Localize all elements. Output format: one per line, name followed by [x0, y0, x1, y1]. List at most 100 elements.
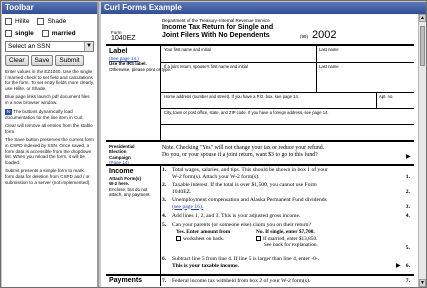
line-number: 4.: [162, 213, 167, 219]
form-number: 1040EZ: [111, 35, 136, 42]
divider: [160, 62, 414, 63]
payments-line-7: 7. Federal income tax withheld from box 2…: [162, 278, 397, 285]
line-text: Taxable interest. If the total is over $…: [172, 182, 317, 188]
income-line-3: 3. Unemployment compensation and Alaska P…: [162, 197, 397, 210]
city-state-zip-field[interactable]: City, town or post office, state, and ZI…: [164, 110, 329, 115]
line-number: 7.: [162, 278, 167, 284]
married-label: married: [51, 29, 76, 37]
income-heading: Income Attach Form(s) W-2 here. Enclose,…: [109, 168, 155, 198]
enclose-note: Enclose, but do not attach, any payment.: [109, 186, 151, 198]
spouse-first-name-field[interactable]: If a joint return, spouse's first name a…: [164, 64, 248, 69]
home-address-field[interactable]: Home address (number and street). If you…: [164, 94, 299, 99]
label-title: Label: [109, 48, 128, 55]
line-text: 1040EZ.: [172, 188, 192, 195]
yes-label: Yes. Enter amount from: [176, 229, 231, 235]
divider: [106, 140, 414, 142]
single-label: single: [15, 29, 34, 37]
help-paragraph: The buttons dynamically load documentati…: [5, 108, 84, 120]
married-checkbox[interactable]: [41, 29, 49, 37]
line-box-4[interactable]: 4.: [406, 213, 410, 219]
save-button[interactable]: Save: [30, 55, 54, 66]
no-checkbox[interactable]: [256, 235, 261, 241]
line-box-2[interactable]: 2.: [406, 189, 410, 195]
income-line-6: 6. Subtract line 5 from line 4. If line 5…: [162, 256, 397, 269]
line-number: 1.: [162, 167, 167, 173]
toolbar-buttons: Clear Save Submit: [5, 55, 97, 66]
divider: [316, 46, 317, 92]
income-line-5: 5. Can your parents (or someone else) cla…: [162, 222, 397, 229]
single-checkbox[interactable]: [5, 29, 12, 37]
help-paragraph: Enter values in the EZ1040. Use the sing…: [5, 69, 94, 91]
line-box-3[interactable]: 3.: [406, 204, 410, 210]
tax-form: Department of the Treasury–Internal Reve…: [106, 18, 414, 286]
vertical-scrollbar[interactable]: ▲ ▼: [418, 14, 426, 287]
last-name-field[interactable]: Last name: [319, 47, 339, 52]
line-box-5[interactable]: 5.: [406, 245, 410, 251]
line5-no-option: No. If single, enter $7,700. If married,…: [256, 229, 356, 249]
ssn-select[interactable]: Select an SSN ▼: [5, 41, 94, 52]
line-text: Total wages, salaries, and tips. This sh…: [172, 167, 328, 173]
omb-code: (99): [300, 34, 309, 39]
tax-year: 2002: [312, 29, 337, 41]
document-title: Curl Forms Example: [101, 2, 426, 14]
scroll-down-icon[interactable]: ▼: [419, 279, 426, 287]
divider: [160, 92, 414, 93]
divider: [160, 46, 161, 140]
line-text: Subtract line 5 from line 4. If line 5 i…: [172, 256, 320, 262]
line-text: Can your parents (or someone else) claim…: [172, 222, 311, 228]
married-amount: If married, enter $13,850.: [263, 235, 318, 242]
form-title-line: Joint Filers With No Dependents: [162, 32, 270, 39]
help-text: Enter values in the EZ1040. Use the sing…: [2, 66, 97, 185]
spouse-last-name-field[interactable]: Last name: [319, 64, 339, 69]
help-paragraph: Submit presents a simple form to mark fo…: [5, 168, 91, 185]
label-section-heading: Label (See page 14.) Use the IRS label. …: [109, 48, 171, 72]
line-box-6[interactable]: 6.: [406, 263, 410, 269]
income-line-1: 1. Total wages, salaries, and tips. This …: [162, 167, 397, 180]
campaign-notes: Note. Checking "Yes" will not change you…: [162, 145, 412, 159]
campaign-question: Do you, or your spouse if a joint return…: [162, 152, 318, 158]
see-page-16-link[interactable]: (see page 16).: [162, 204, 397, 211]
toolbar-title: Toolbar: [2, 2, 97, 14]
divider: [106, 164, 414, 166]
divider: [160, 124, 414, 125]
toolbar-panel: Toolbar Hilite Shade single married Sele…: [2, 2, 99, 287]
income-line-2: 2. Taxable interest. If the total is over…: [162, 182, 397, 195]
no-label: No. If single, enter $7,700.: [256, 229, 315, 235]
campaign-note: Note. Checking "Yes" will not change you…: [162, 145, 325, 151]
shade-checkbox[interactable]: [37, 17, 45, 25]
line5-yes-option: Yes. Enter amount from worksheet on back…: [176, 229, 256, 242]
divider: [160, 108, 414, 109]
line-number: 2.: [162, 182, 167, 188]
submit-button[interactable]: Submit: [55, 55, 84, 66]
income-title: Income: [109, 168, 134, 175]
chevron-down-icon[interactable]: ▼: [84, 42, 93, 51]
yes-checkbox[interactable]: [176, 235, 181, 241]
worksheet-text: worksheet on back.: [183, 235, 225, 242]
help-paragraph: Blue page links launch pdf document file…: [5, 94, 90, 105]
ssn-select-value: Select an SSN: [8, 43, 51, 50]
help-paragraph: Clear will remove all entries from the s…: [5, 123, 93, 134]
form-title-line: Income Tax Return for Single and: [162, 24, 274, 31]
hilite-checkbox[interactable]: [5, 17, 12, 25]
arrow-right-icon: ▶: [406, 154, 411, 160]
shade-label: Shade: [47, 17, 67, 25]
help-paragraph: The Save button preserves the current fo…: [5, 137, 94, 165]
scroll-up-icon[interactable]: ▲: [419, 14, 426, 22]
help-paragraph-buttons: N The buttons dynamically load documenta…: [5, 108, 94, 121]
scroll-thumb[interactable]: [420, 26, 425, 66]
see-back-text: See back for explanation.: [264, 242, 318, 248]
apt-number-field[interactable]: Apt. no.: [379, 94, 393, 99]
divider: [106, 44, 414, 46]
clear-button[interactable]: Clear: [5, 55, 29, 66]
divider: [376, 92, 377, 108]
line-number: 3.: [162, 197, 167, 203]
divider: [160, 166, 161, 286]
line-text: This is your taxable income.: [172, 262, 239, 269]
first-name-field[interactable]: Your first name and initial: [164, 47, 211, 52]
department-header: Department of the Treasury–Internal Reve…: [162, 18, 270, 23]
line-box-7[interactable]: 7.: [406, 278, 410, 284]
line-text: Federal income tax withheld from box 2 o…: [172, 278, 311, 284]
line-box-1[interactable]: 1.: [406, 174, 410, 180]
line-number: 5.: [162, 222, 167, 228]
line-text: W-2 form(s). Attach your W-2 form(s).: [172, 173, 260, 180]
